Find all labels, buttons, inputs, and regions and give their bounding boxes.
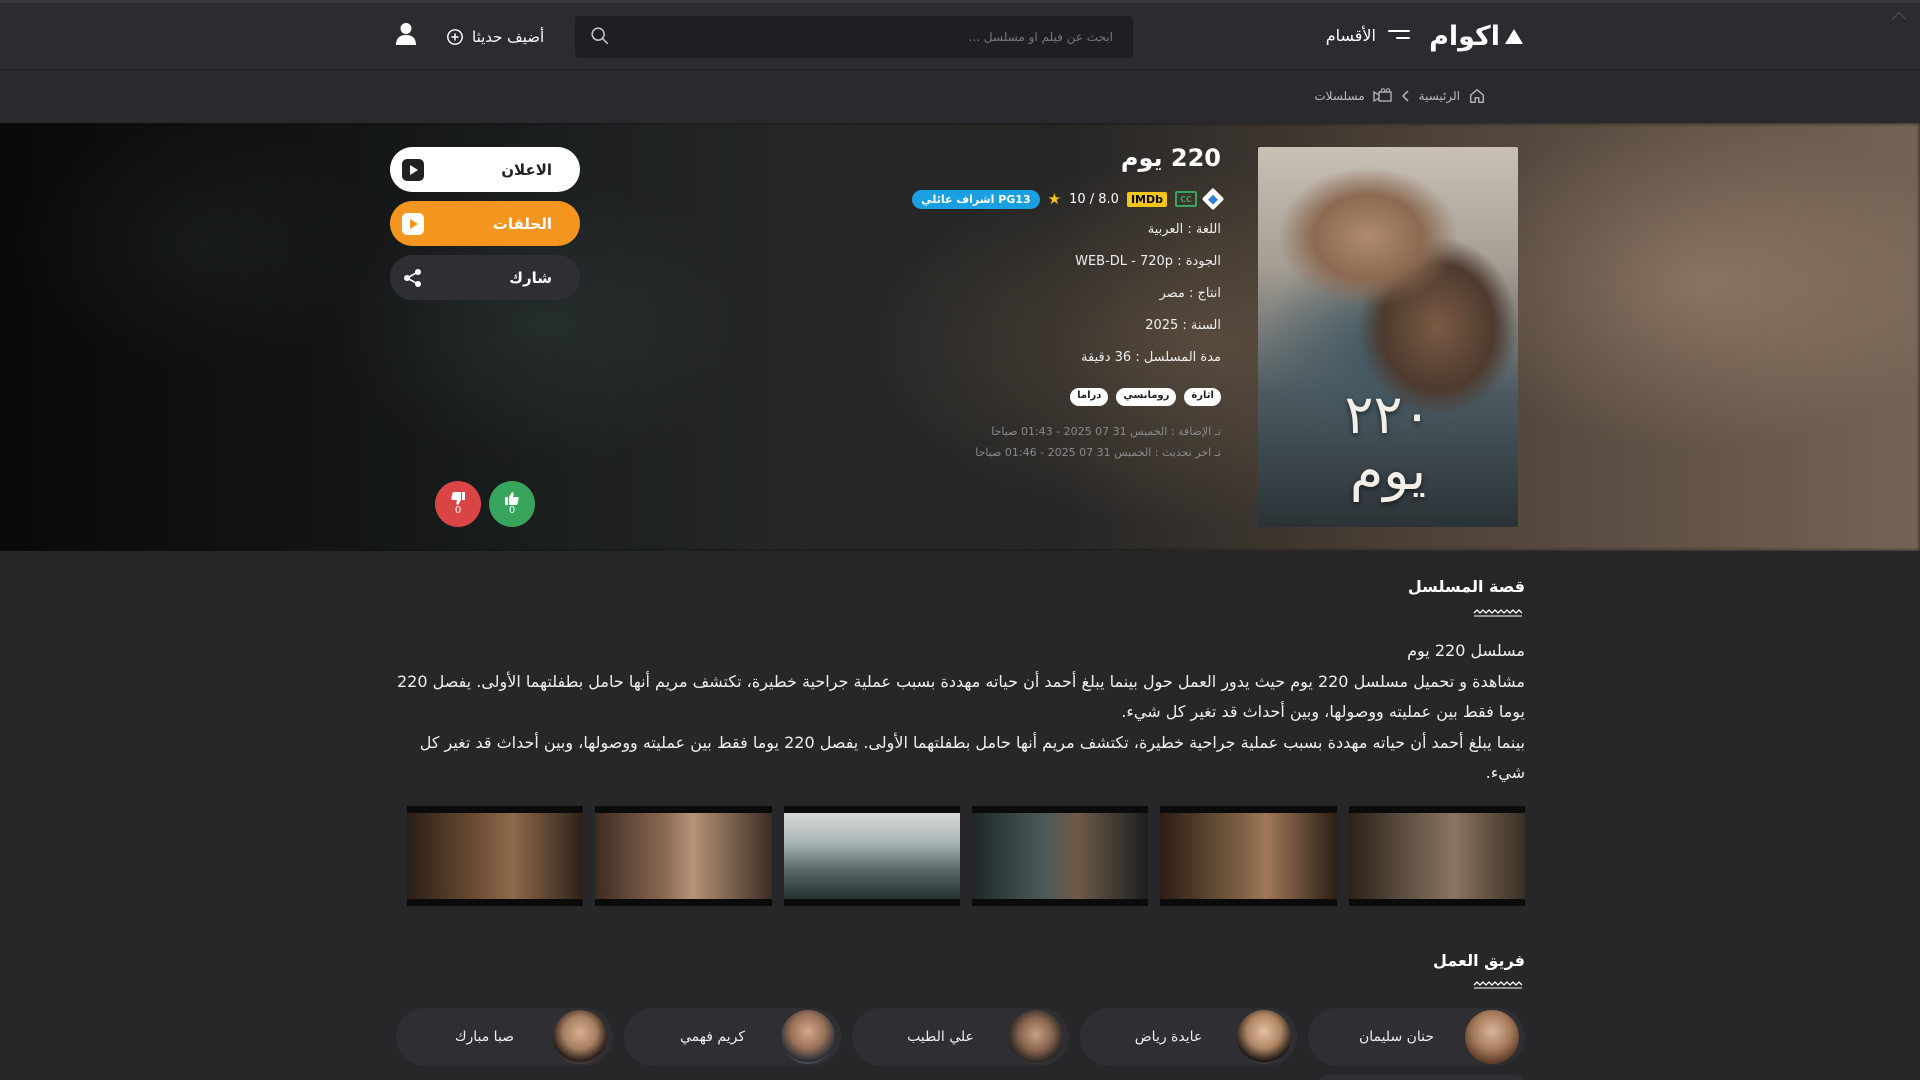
year-info: السنة : 2025 [1145,318,1221,333]
breadcrumb-home[interactable]: الرئيسية [1419,89,1460,103]
screenshot-thumbnail[interactable] [1348,806,1525,906]
search-box [575,16,1133,58]
search-input[interactable] [575,16,1133,58]
story-paragraph: بينما يبلغ أحمد أن حياته مهددة بسبب عملي… [419,732,1525,783]
genre-tag[interactable]: اثارة [1184,388,1221,406]
pg-badge: PG13 اشراف عائلي [912,189,1040,209]
sections-menu-link[interactable]: الأقسام [1300,26,1376,45]
page-title: 220 يوم [1120,144,1221,172]
cast-card[interactable]: صبا مبارك [396,1008,613,1066]
avatar [1009,1010,1063,1064]
share-label: شارك [509,268,552,287]
genre-tag[interactable]: دراما [1070,388,1109,406]
badges-row: CC IMDb 8.0 / 10 ★ PG13 اشراف عائلي [910,187,1225,211]
quality-info: الجودة : WEB-DL - 720p [1075,254,1221,269]
thumbs-up-icon [505,492,519,505]
trailer-button[interactable]: الاعلان [390,147,580,192]
like-count: 0 [508,505,516,516]
trailer-label: الاعلان [501,160,552,179]
screenshot-thumbnail[interactable] [783,806,961,906]
share-icon [404,268,421,287]
logo-text: اكوام [1429,20,1501,52]
user-icon[interactable] [395,22,417,46]
cast-section-title: فريق العمل [1433,951,1525,970]
avatar [1465,1010,1519,1064]
story-text: مسلسل 220 يوم مشاهدة و تحميل مسلسل 220 ي… [392,636,1525,789]
breadcrumb-bar: الرئيسية مسلسلات [0,70,1920,123]
story-paragraph: مشاهدة و تحميل مسلسل 220 يوم حيث يدور ال… [396,671,1525,722]
rating-value: 8.0 / 10 [1069,191,1119,207]
duration-info: مدة المسلسل : 36 دقيقة [1081,350,1221,365]
chevron-left-icon [1401,90,1409,102]
top-navbar: اكوام الأقسام أضيف حديثا [0,0,1920,70]
cast-name: كريم فهمي [680,1029,745,1045]
dislike-count: 0 [454,505,462,516]
breadcrumb-category[interactable]: مسلسلات [1314,89,1364,103]
imdb-badge: IMDb [1126,191,1167,207]
story-line: مسلسل 220 يوم [1407,641,1525,660]
cast-card[interactable]: عايدة رياض [1080,1008,1297,1066]
cast-card[interactable]: كريم فهمي [624,1008,841,1066]
poster-image: ٢٢٠ يوم [1258,147,1518,527]
section-divider-icon [1473,609,1523,617]
rating-diamond-icon [1201,187,1225,211]
cast-name: علي الطيب [907,1029,974,1045]
screenshot-thumbnail[interactable] [1160,806,1337,906]
breadcrumb: الرئيسية مسلسلات [1300,85,1486,107]
screenshot-thumbnail[interactable] [972,806,1149,906]
genre-tag[interactable]: رومانسي [1116,388,1177,406]
avatar [553,1010,607,1064]
cast-card[interactable]: علي الطيب [852,1008,1069,1066]
cast-card[interactable] [1318,1075,1525,1080]
genre-tags: اثارة رومانسي دراما [1000,388,1221,406]
search-icon[interactable] [589,25,611,47]
home-icon [1470,89,1484,103]
cast-card[interactable]: حنان سليمان [1308,1008,1525,1066]
menu-icon[interactable] [1388,30,1410,44]
cast-list: حنان سليمان عايدة رياض علي الطيب كريم فه… [395,1008,1525,1066]
thumbs-down-icon [451,492,465,505]
story-section-title: قصة المسلسل [1407,577,1525,596]
production-info: انتاج : مصر [1159,286,1221,301]
updated-date: تـ اخر تحديث : الخميس 31 07 2025 - 01:46… [975,446,1221,459]
cast-name: حنان سليمان [1358,1029,1435,1045]
episodes-button[interactable]: الحلقات [390,201,580,246]
share-button[interactable]: شارك [390,255,580,300]
cast-name: عايدة رياض [1134,1029,1203,1045]
avatar [1237,1010,1291,1064]
dislike-button[interactable]: 0 [435,481,481,527]
language-info: اللغة : العربية [1147,222,1221,237]
camera-icon [1373,88,1392,103]
screenshot-thumbnail[interactable] [595,806,772,906]
plus-circle-icon [447,29,463,45]
site-logo[interactable]: اكوام [1425,20,1523,52]
play-icon [402,212,424,235]
episodes-label: الحلقات [492,214,552,233]
cast-name: صبا مبارك [454,1029,515,1045]
section-divider-icon [1473,981,1523,989]
star-icon: ★ [1047,190,1062,208]
added-date: تـ الإضافة : الخميس 31 07 2025 - 01:43 ص… [991,425,1221,438]
screenshot-thumbnail[interactable] [407,806,584,906]
poster-title: ٢٢٠ يوم [1344,383,1432,502]
recently-added-label: أضيف حديثا [472,28,545,46]
avatar [781,1010,835,1064]
subtitles-icon: CC [1175,191,1197,207]
like-button[interactable]: 0 [489,481,535,527]
screenshots-gallery [407,806,1525,906]
logo-triangle-icon [1505,28,1523,44]
recently-added-link[interactable]: أضيف حديثا [446,25,546,49]
play-icon [402,158,424,181]
